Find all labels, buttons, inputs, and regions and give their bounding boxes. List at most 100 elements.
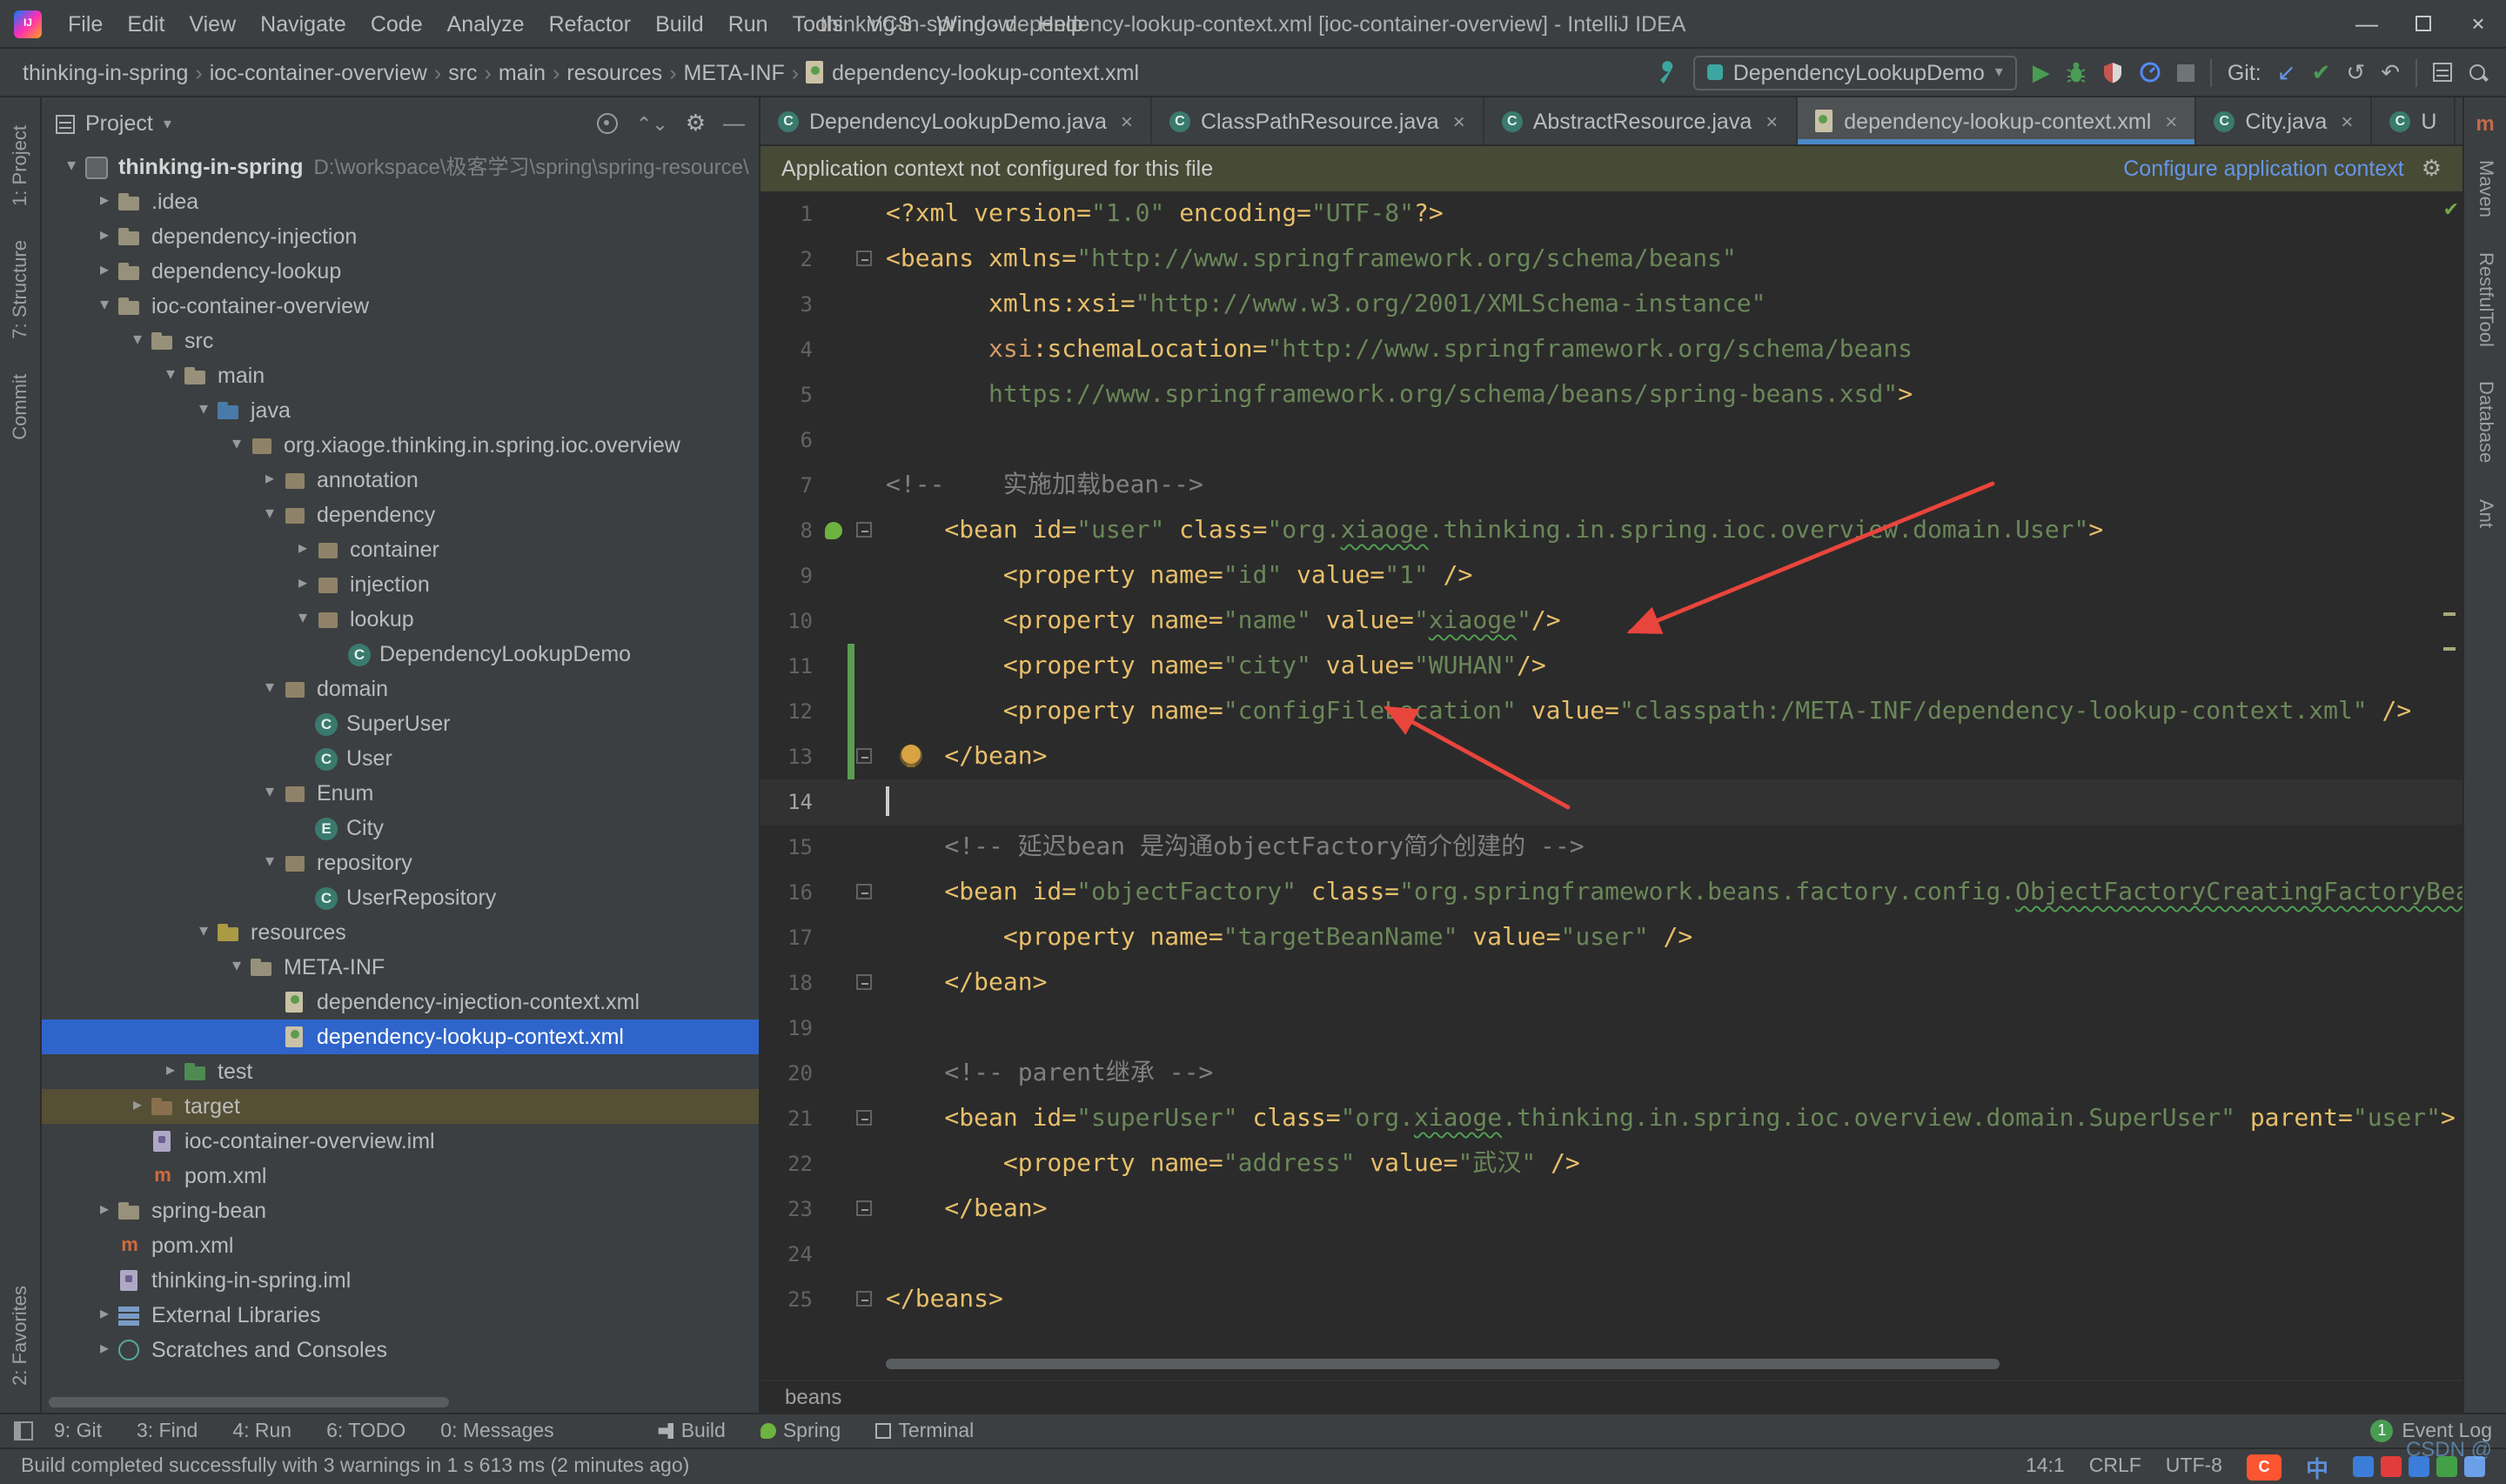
- tree-item-dependency-injection-context-xml[interactable]: dependency-injection-context.xml: [42, 985, 759, 1019]
- editor-tab-dependencylookupdemo-java[interactable]: C DependencyLookupDemo.java ×: [761, 97, 1152, 144]
- tab-close-icon[interactable]: ×: [1121, 109, 1133, 133]
- expand-arrow-icon[interactable]: ▾: [59, 150, 84, 184]
- expand-arrow-icon[interactable]: ▸: [291, 532, 315, 567]
- search-everywhere-icon[interactable]: [2468, 62, 2489, 83]
- encoding-indicator[interactable]: UTF-8: [2166, 1456, 2222, 1477]
- menu-window[interactable]: Window: [924, 11, 1026, 36]
- tree-item-superuser[interactable]: C SuperUser: [42, 706, 759, 741]
- diff-viewer-icon[interactable]: [2433, 63, 2452, 82]
- code-line-5[interactable]: 5 https://www.springframework.org/schema…: [761, 372, 2462, 418]
- tree-item-dependency[interactable]: ▾ dependency: [42, 498, 759, 532]
- menu-run[interactable]: Run: [716, 11, 781, 36]
- code-line-18[interactable]: 18 </bean>: [761, 960, 2462, 1006]
- tree-item-dependency-lookup[interactable]: ▸ dependency-lookup: [42, 254, 759, 289]
- tool-button-maven[interactable]: Maven: [2475, 143, 2496, 235]
- code-line-2[interactable]: 2 <beans xmlns="http://www.springframewor…: [761, 237, 2462, 282]
- code-line-16[interactable]: 16 <bean id="objectFactory" class="org.s…: [761, 870, 2462, 915]
- maven-icon[interactable]: m: [2476, 104, 2494, 143]
- toolwindow-button-4-run[interactable]: 4: Run: [232, 1420, 291, 1441]
- run-configuration-select[interactable]: DependencyLookupDemo ▾: [1692, 55, 2017, 90]
- expand-arrow-icon[interactable]: ▾: [258, 776, 282, 811]
- code-line-24[interactable]: 24: [761, 1232, 2462, 1277]
- tree-item-target[interactable]: ▸ target: [42, 1089, 759, 1124]
- tree-item-scratches-and-consoles[interactable]: ▸ Scratches and Consoles: [42, 1333, 759, 1367]
- line-ending-indicator[interactable]: CRLF: [2089, 1456, 2141, 1477]
- code-line-15[interactable]: 15 <!-- 延迟bean 是沟通objectFactory简介创建的 -->: [761, 825, 2462, 870]
- toolwindow-button-9-git[interactable]: 9: Git: [54, 1420, 102, 1441]
- code-line-8[interactable]: 8 <bean id="user" class="org.xiaoge.thin…: [761, 508, 2462, 553]
- tree-item-userrepository[interactable]: C UserRepository: [42, 880, 759, 915]
- intention-bulb-icon[interactable]: [901, 745, 921, 767]
- tree-item-dependencylookupdemo[interactable]: C DependencyLookupDemo: [42, 637, 759, 672]
- tree-item-repository[interactable]: ▾ repository: [42, 846, 759, 880]
- expand-arrow-icon[interactable]: ▸: [92, 254, 117, 289]
- expand-arrow-icon[interactable]: ▾: [258, 846, 282, 880]
- tool-button-commit[interactable]: Commit: [10, 358, 30, 458]
- breadcrumb-item-meta-inf[interactable]: META-INF: [679, 60, 790, 84]
- breadcrumb-tag[interactable]: beans: [785, 1385, 841, 1409]
- expand-arrow-icon[interactable]: ▾: [258, 498, 282, 532]
- tree-item-container[interactable]: ▸ container: [42, 532, 759, 567]
- tool-button-1-project[interactable]: 1: Project: [10, 108, 30, 224]
- editor-tab-dependency-lookup-context-xml[interactable]: dependency-lookup-context.xml ×: [1797, 97, 2197, 144]
- project-panel-title[interactable]: Project: [85, 111, 153, 136]
- wrench-icon[interactable]: [1655, 61, 1678, 84]
- git-update-icon[interactable]: ↙: [2277, 61, 2296, 84]
- breadcrumb-item-ioc-container-overview[interactable]: ioc-container-overview: [204, 60, 432, 84]
- caret-position[interactable]: 14:1: [2026, 1456, 2065, 1477]
- tree-item-annotation[interactable]: ▸ annotation: [42, 463, 759, 498]
- tree-item-domain[interactable]: ▾ domain: [42, 672, 759, 706]
- profiler-button-icon[interactable]: [2139, 61, 2161, 84]
- expand-arrow-icon[interactable]: ▾: [258, 672, 282, 706]
- hide-panel-icon[interactable]: —: [723, 111, 745, 136]
- expand-arrow-icon[interactable]: ▸: [158, 1054, 183, 1089]
- expand-arrow-icon[interactable]: ▾: [125, 324, 150, 358]
- code-line-19[interactable]: 19: [761, 1006, 2462, 1051]
- menu-code[interactable]: Code: [358, 11, 435, 36]
- collapse-all-icon[interactable]: ⌃⌄: [636, 112, 668, 135]
- typo-stripe-mark[interactable]: [2443, 647, 2456, 651]
- code-line-13[interactable]: 13 </bean>: [761, 734, 2462, 779]
- editor-tab-abstractresource-java[interactable]: C AbstractResource.java ×: [1484, 97, 1798, 144]
- expand-arrow-icon[interactable]: ▾: [92, 289, 117, 324]
- run-button-icon[interactable]: ▶: [2033, 61, 2050, 84]
- code-line-11[interactable]: 11 <property name="city" value="WUHAN"/>: [761, 644, 2462, 689]
- code-line-10[interactable]: 10 <property name="name" value="xiaoge"/…: [761, 598, 2462, 644]
- locate-file-icon[interactable]: [597, 113, 619, 134]
- tree-item-pom-xml[interactable]: m pom.xml: [42, 1159, 759, 1193]
- tree-item-main[interactable]: ▾ main: [42, 358, 759, 393]
- fold-marker-icon[interactable]: [856, 1200, 872, 1216]
- fold-marker-icon[interactable]: [856, 1110, 872, 1126]
- toolwindow-button-build[interactable]: Build: [658, 1420, 726, 1441]
- expand-arrow-icon[interactable]: ▸: [92, 1193, 117, 1228]
- menu-navigate[interactable]: Navigate: [248, 11, 358, 36]
- expand-arrow-icon[interactable]: ▸: [258, 463, 282, 498]
- toolwindow-button-6-todo[interactable]: 6: TODO: [326, 1420, 405, 1441]
- expand-arrow-icon[interactable]: ▾: [158, 358, 183, 393]
- expand-arrow-icon[interactable]: ▸: [291, 567, 315, 602]
- code-line-25[interactable]: 25 </beans>: [761, 1277, 2462, 1322]
- tree-item-resources[interactable]: ▾ resources: [42, 915, 759, 950]
- event-log-button[interactable]: 1 Event Log: [2370, 1420, 2492, 1442]
- expand-arrow-icon[interactable]: ▸: [92, 1298, 117, 1333]
- tree-item-idea[interactable]: ▸ .idea: [42, 184, 759, 219]
- breadcrumb-item-src[interactable]: src: [443, 60, 482, 84]
- fold-marker-icon[interactable]: [856, 974, 872, 990]
- tree-item-dependency-lookup-context-xml[interactable]: dependency-lookup-context.xml: [42, 1019, 759, 1054]
- expand-arrow-icon[interactable]: ▾: [191, 393, 216, 428]
- tree-item-enum[interactable]: ▾ Enum: [42, 776, 759, 811]
- tree-item-lookup[interactable]: ▾ lookup: [42, 602, 759, 637]
- fold-marker-icon[interactable]: [856, 251, 872, 266]
- fold-marker-icon[interactable]: [856, 1291, 872, 1307]
- fold-marker-icon[interactable]: [856, 748, 872, 764]
- editor-tab-classpathresource-java[interactable]: C ClassPathResource.java ×: [1152, 97, 1484, 144]
- toolwindow-button-3-find[interactable]: 3: Find: [137, 1420, 198, 1441]
- tree-item-org-xiaoge-thinking-in-spring-ioc-overview[interactable]: ▾ org.xiaoge.thinking.in.spring.ioc.overv…: [42, 428, 759, 463]
- expand-arrow-icon[interactable]: ▸: [92, 184, 117, 219]
- tool-button-restfultool[interactable]: RestfulTool: [2475, 235, 2496, 364]
- expand-arrow-icon[interactable]: ▸: [125, 1089, 150, 1124]
- code-line-9[interactable]: 9 <property name="id" value="1" />: [761, 553, 2462, 598]
- tree-item-meta-inf[interactable]: ▾ META-INF: [42, 950, 759, 985]
- editor-tab-u[interactable]: CU: [2372, 97, 2456, 144]
- expand-arrow-icon[interactable]: ▾: [224, 428, 249, 463]
